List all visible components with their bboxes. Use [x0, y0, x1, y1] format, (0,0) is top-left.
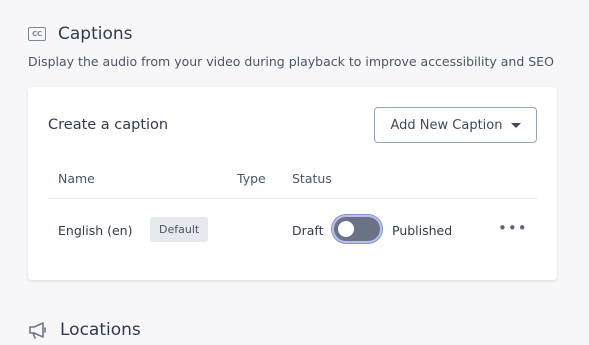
cc-icon: CC [28, 27, 46, 41]
caption-name: English (en) [58, 223, 133, 238]
captions-title: Captions [58, 24, 133, 44]
status-draft-label: Draft [292, 223, 324, 238]
megaphone-icon [29, 322, 46, 339]
more-options-icon[interactable]: ••• [498, 221, 528, 236]
locations-header: Locations [28, 320, 141, 340]
default-badge: Default [150, 217, 209, 242]
add-new-caption-button[interactable]: Add New Caption [374, 107, 537, 143]
captions-description: Display the audio from your video during… [28, 54, 554, 69]
captions-header: CC Captions [28, 24, 133, 44]
caret-down-icon [510, 122, 521, 128]
card-title: Create a caption [48, 117, 169, 133]
column-header-name: Name [58, 171, 95, 186]
caption-card: Create a caption Add New Caption Name Ty… [28, 87, 557, 280]
header-divider [48, 198, 537, 199]
column-header-type: Type [237, 171, 266, 186]
add-new-caption-label: Add New Caption [390, 117, 503, 133]
column-header-status: Status [292, 171, 332, 186]
locations-title: Locations [60, 320, 141, 340]
toggle-knob [338, 221, 354, 237]
status-published-label: Published [392, 223, 453, 238]
publish-toggle[interactable] [332, 215, 382, 243]
